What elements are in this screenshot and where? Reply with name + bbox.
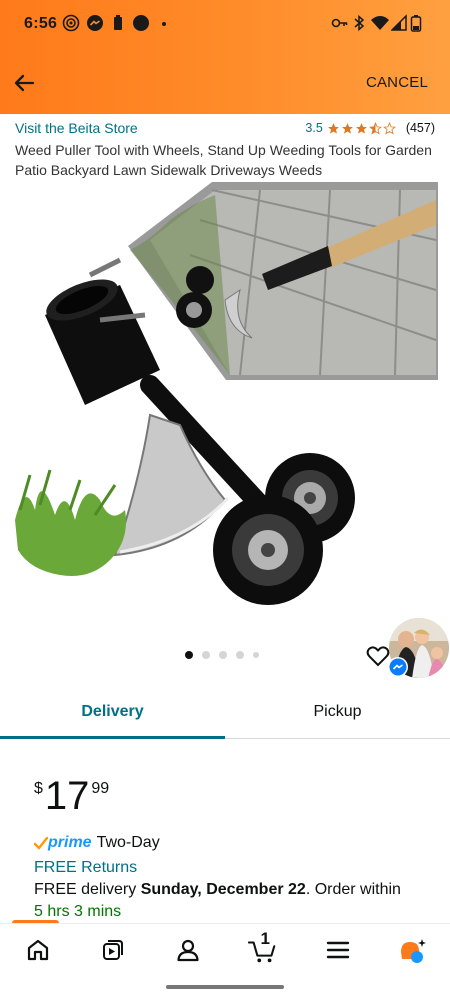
carousel-dot[interactable] — [236, 651, 244, 659]
wifi-status-icon — [371, 16, 389, 30]
cart-count-badge: 1 — [260, 929, 270, 948]
more-notifications-icon — [162, 22, 166, 26]
price-currency: $ — [34, 780, 43, 797]
tab-delivery[interactable]: Delivery — [0, 690, 225, 739]
app-header: 6:56 CANCEL — [0, 0, 450, 114]
status-time: 6:56 — [24, 15, 58, 32]
battery-saver-status-icon — [114, 15, 122, 30]
carousel-dot[interactable] — [253, 652, 259, 658]
delivery-prefix: FREE delivery — [34, 881, 141, 898]
star-half-icon — [368, 121, 382, 135]
prime-label: prime — [48, 834, 92, 851]
battery-status-icon — [410, 15, 422, 32]
rating-count: (457) — [405, 121, 435, 135]
status-bar: 6:56 — [0, 0, 450, 50]
checkmark-icon — [34, 836, 48, 850]
rating-summary[interactable]: 3.5 (457) — [305, 121, 435, 135]
tab-pickup[interactable]: Pickup — [225, 690, 450, 736]
star-empty-icon — [382, 121, 396, 135]
prime-badge: prime Two-Day — [34, 834, 160, 852]
back-arrow-icon[interactable] — [8, 66, 42, 100]
store-link[interactable]: Visit the Beita Store — [15, 120, 138, 136]
star-full-icon — [341, 122, 353, 134]
home-icon[interactable] — [23, 935, 53, 965]
menu-icon[interactable] — [323, 935, 353, 965]
messenger-chathead-avatar[interactable] — [388, 617, 450, 679]
cancel-button[interactable]: CANCEL — [366, 74, 428, 91]
star-full-icon — [355, 122, 367, 134]
messenger-status-icon — [87, 15, 103, 31]
prime-speed: Two-Day — [96, 834, 160, 851]
podcast-status-icon — [62, 14, 80, 32]
delivery-message: FREE delivery Sunday, December 22. Order… — [34, 881, 401, 899]
price: $ 17 99 — [34, 772, 109, 820]
free-returns-link[interactable]: FREE Returns — [34, 859, 137, 877]
image-carousel-dots — [185, 651, 259, 659]
account-icon[interactable] — [173, 935, 203, 965]
record-status-icon — [133, 15, 149, 31]
fulfillment-tabs: Delivery Pickup — [0, 690, 450, 739]
product-image[interactable] — [0, 180, 450, 620]
price-fraction: 99 — [91, 780, 110, 797]
carousel-dot[interactable] — [219, 651, 227, 659]
vpn-key-status-icon — [331, 18, 348, 28]
heart-icon[interactable] — [366, 645, 390, 667]
signal-status-icon — [391, 14, 407, 31]
carousel-dot[interactable] — [202, 651, 210, 659]
carousel-dot[interactable] — [185, 651, 193, 659]
video-icon[interactable] — [98, 935, 128, 965]
bluetooth-status-icon — [354, 14, 365, 32]
rating-value: 3.5 — [305, 121, 323, 135]
order-countdown: 5 hrs 3 mins — [34, 903, 122, 920]
star-full-icon — [327, 122, 339, 134]
delivery-date: Sunday, December 22 — [140, 881, 306, 898]
cart-icon[interactable]: 1 — [247, 929, 278, 965]
gesture-home-bar[interactable] — [166, 985, 284, 989]
rufus-icon[interactable] — [398, 935, 428, 965]
delivery-suffix: . Order within — [305, 881, 401, 898]
bottom-navigation: 1 — [0, 923, 450, 976]
star-rating — [327, 121, 396, 135]
product-title: Weed Puller Tool with Wheels, Stand Up W… — [15, 142, 432, 178]
price-whole: 17 — [44, 774, 90, 818]
